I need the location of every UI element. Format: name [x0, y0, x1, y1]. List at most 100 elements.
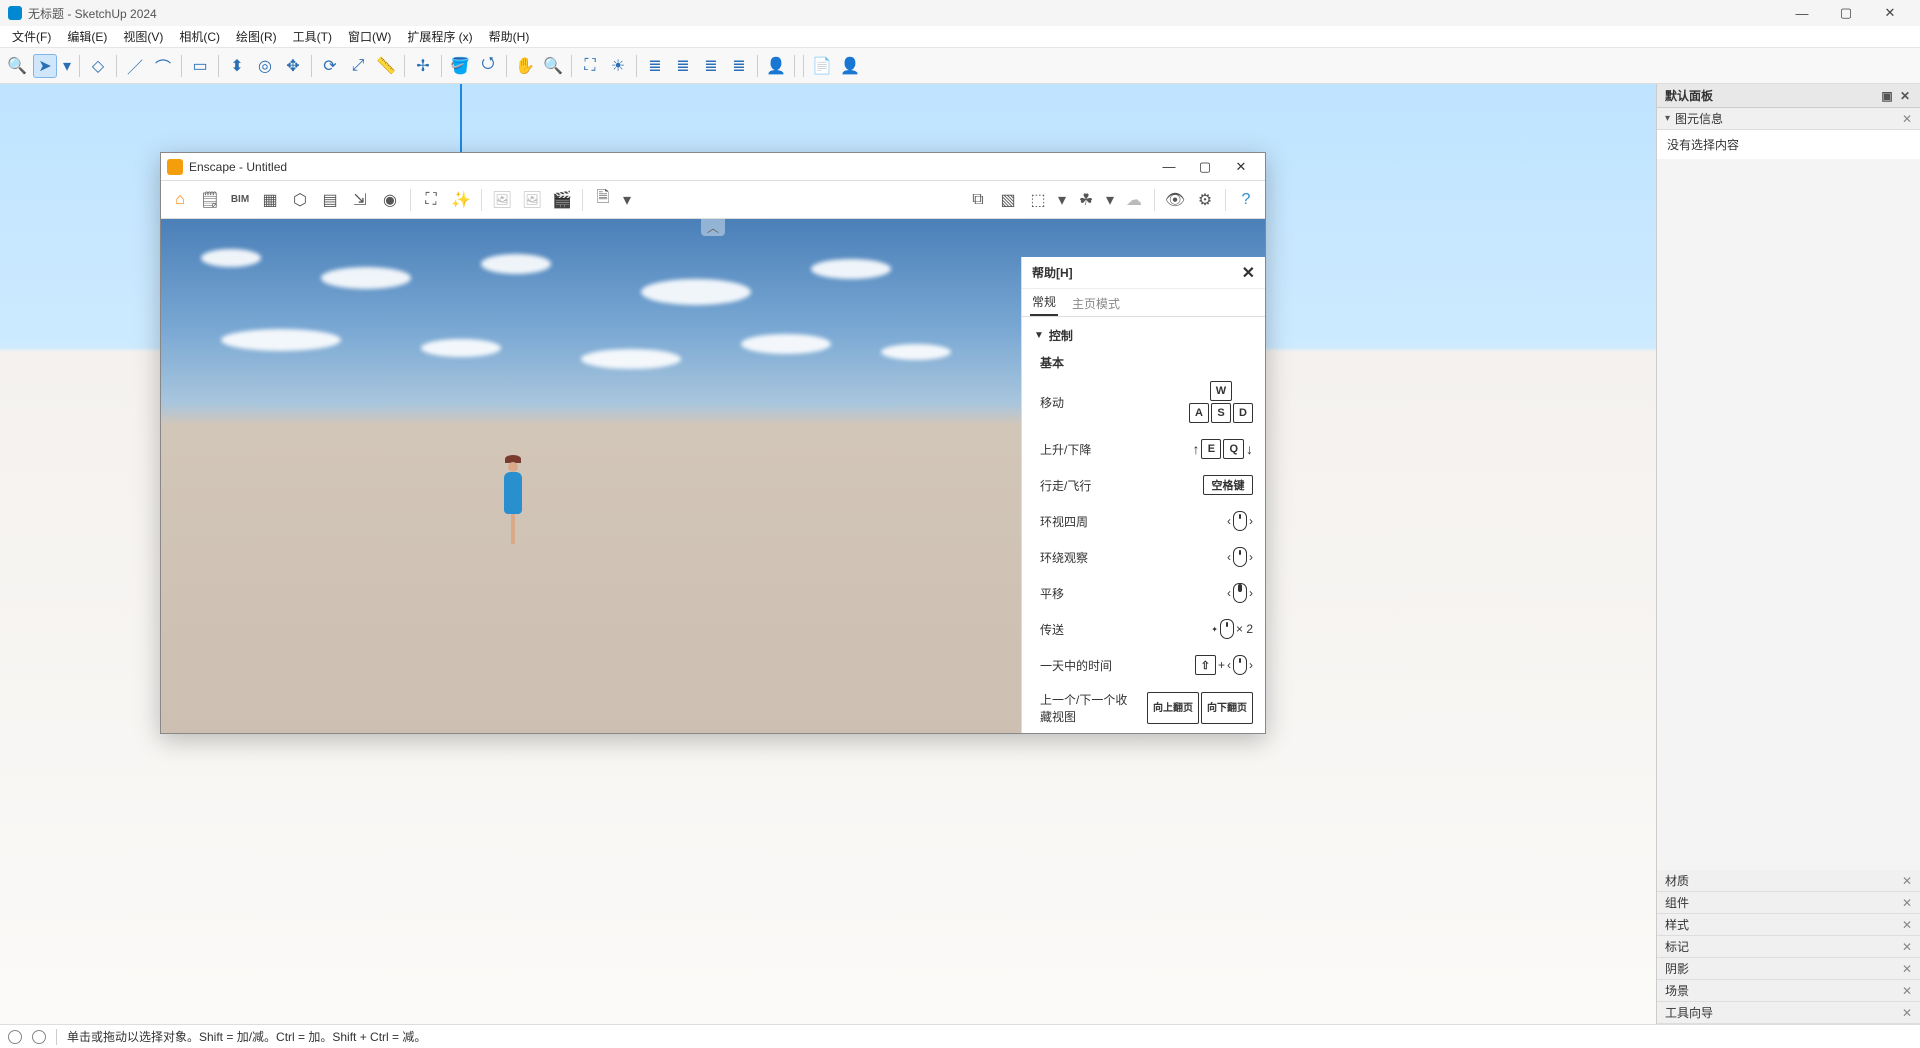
move-icon[interactable]: ✥: [281, 54, 305, 78]
pushpull-icon[interactable]: ⬍: [225, 54, 249, 78]
enscape-titlebar[interactable]: Enscape - Untitled — ▢ ✕: [161, 153, 1265, 181]
eraser-icon[interactable]: ◇: [86, 54, 110, 78]
section-close-icon[interactable]: ✕: [1902, 112, 1912, 126]
offset-icon[interactable]: ◎: [253, 54, 277, 78]
menu-window[interactable]: 窗口(W): [340, 28, 399, 45]
leaf-icon[interactable]: ☘: [1073, 187, 1099, 213]
person-icon[interactable]: 👤: [764, 54, 788, 78]
layer-icon[interactable]: ▧: [995, 187, 1021, 213]
arc-icon[interactable]: ⌒: [151, 54, 175, 78]
layers2-icon[interactable]: ≣: [671, 54, 695, 78]
save-icon[interactable]: 🗎: [590, 187, 616, 213]
tray-section-styles[interactable]: 样式✕: [1657, 914, 1920, 936]
window-maximize-button[interactable]: ▢: [1824, 5, 1868, 21]
eye-icon[interactable]: 👁: [1162, 187, 1188, 213]
enscape-maximize-button[interactable]: ▢: [1187, 159, 1223, 175]
tray-section-tags[interactable]: 标记✕: [1657, 936, 1920, 958]
menu-view[interactable]: 视图(V): [115, 28, 171, 45]
enscape-minimize-button[interactable]: —: [1151, 159, 1187, 174]
menu-draw[interactable]: 绘图(R): [228, 28, 285, 45]
leaf-dropdown-icon[interactable]: ▾: [1103, 187, 1117, 213]
enscape-viewport[interactable]: ︿ 帮助[H] ✕ 常规 主页模式 ▼控制: [161, 219, 1265, 733]
menu-tools[interactable]: 工具(T): [285, 28, 340, 45]
sun-icon[interactable]: ☀: [606, 54, 630, 78]
user-icon[interactable]: 👤: [838, 54, 862, 78]
tape-icon[interactable]: 📏: [374, 54, 398, 78]
help-tab-general[interactable]: 常规: [1030, 289, 1058, 316]
page-icon[interactable]: 📄: [810, 54, 834, 78]
search-icon[interactable]: 🔍: [5, 54, 29, 78]
box-dropdown-icon[interactable]: ▾: [1055, 187, 1069, 213]
menu-camera[interactable]: 相机(C): [171, 28, 228, 45]
window-close-button[interactable]: ✕: [1868, 5, 1912, 21]
image-icon[interactable]: 🖼: [489, 187, 515, 213]
bim-icon[interactable]: BIM: [227, 187, 253, 213]
xray-icon[interactable]: ⧉: [965, 187, 991, 213]
help-close-icon[interactable]: ✕: [1242, 263, 1255, 283]
magic-icon[interactable]: ✨: [448, 187, 474, 213]
scale-icon[interactable]: ⤢: [346, 54, 370, 78]
help-icon[interactable]: ?: [1233, 187, 1259, 213]
save-dropdown-icon[interactable]: ▾: [620, 187, 634, 213]
menu-extensions[interactable]: 扩展程序 (x): [399, 28, 480, 45]
sparkle-icon: ✦: [1211, 625, 1218, 634]
rotate-icon[interactable]: ⟳: [318, 54, 342, 78]
tray-section-entityinfo[interactable]: ▾ 图元信息 ✕: [1657, 108, 1920, 130]
home-icon[interactable]: ⌂: [167, 187, 193, 213]
protractor-icon[interactable]: ✢: [411, 54, 435, 78]
shield-icon[interactable]: ⬡: [287, 187, 313, 213]
section-close-icon[interactable]: ✕: [1902, 940, 1912, 954]
tray-section-components[interactable]: 组件✕: [1657, 892, 1920, 914]
enscape-close-button[interactable]: ✕: [1223, 159, 1259, 175]
zoomextents-icon[interactable]: ⛶: [578, 54, 602, 78]
reel-icon[interactable]: ◉: [377, 187, 403, 213]
menu-file[interactable]: 文件(F): [4, 28, 59, 45]
menu-help[interactable]: 帮助(H): [481, 28, 538, 45]
select-icon[interactable]: ➤: [33, 54, 57, 78]
help-body[interactable]: ▼控制 基本 移动 W A S D: [1022, 317, 1265, 733]
tray-section-scenes[interactable]: 场景✕: [1657, 980, 1920, 1002]
gear-icon[interactable]: ⚙: [1192, 187, 1218, 213]
tray-close-icon[interactable]: ✕: [1898, 89, 1912, 103]
layers3-icon[interactable]: ≣: [699, 54, 723, 78]
tray-section-instructor[interactable]: 工具向导✕: [1657, 1002, 1920, 1024]
help-row-walkfly: 行走/飞行 空格键: [1022, 467, 1265, 503]
help-group-control[interactable]: ▼控制: [1022, 323, 1265, 348]
tray-section-materials[interactable]: 材质✕: [1657, 870, 1920, 892]
section-close-icon[interactable]: ✕: [1902, 874, 1912, 888]
help-tab-homepage[interactable]: 主页模式: [1070, 291, 1122, 316]
enscape-title: Enscape - Untitled: [189, 160, 287, 174]
export-icon[interactable]: ⇲: [347, 187, 373, 213]
view-icon[interactable]: ▦: [257, 187, 283, 213]
rectangle-icon[interactable]: ▭: [188, 54, 212, 78]
line-icon[interactable]: ／: [123, 54, 147, 78]
cloud-icon[interactable]: ☁: [1121, 187, 1147, 213]
section-close-icon[interactable]: ✕: [1902, 1006, 1912, 1020]
image2-icon[interactable]: 🖼: [519, 187, 545, 213]
clapper-icon[interactable]: 🎬: [549, 187, 575, 213]
vr-icon[interactable]: ⛶: [418, 187, 444, 213]
tray-pin-icon[interactable]: ▣: [1880, 89, 1894, 103]
tray-section-shadows[interactable]: 阴影✕: [1657, 958, 1920, 980]
section-close-icon[interactable]: ✕: [1902, 984, 1912, 998]
entity-info-empty: 没有选择内容: [1667, 138, 1739, 152]
notes-icon[interactable]: 🗒: [197, 187, 223, 213]
status-info-icon[interactable]: [8, 1030, 22, 1044]
section-close-icon[interactable]: ✕: [1902, 918, 1912, 932]
window-minimize-button[interactable]: —: [1780, 6, 1824, 21]
section-close-icon[interactable]: ✕: [1902, 896, 1912, 910]
select-dropdown-icon[interactable]: ▾: [61, 54, 73, 78]
layers-icon[interactable]: ≣: [643, 54, 667, 78]
entity-info-body: 没有选择内容: [1657, 130, 1920, 159]
box-icon[interactable]: ⬚: [1025, 187, 1051, 213]
section-close-icon[interactable]: ✕: [1902, 962, 1912, 976]
orbit-icon[interactable]: ⭯: [476, 54, 500, 78]
menu-edit[interactable]: 编辑(E): [59, 28, 115, 45]
pan-icon[interactable]: ✋: [513, 54, 537, 78]
status-user-icon[interactable]: [32, 1030, 46, 1044]
paint-icon[interactable]: 🪣: [448, 54, 472, 78]
layers4-icon[interactable]: ≣: [727, 54, 751, 78]
grid-icon[interactable]: ▤: [317, 187, 343, 213]
zoom-icon[interactable]: 🔍: [541, 54, 565, 78]
collapse-toolbar-icon[interactable]: ︿: [701, 219, 725, 236]
